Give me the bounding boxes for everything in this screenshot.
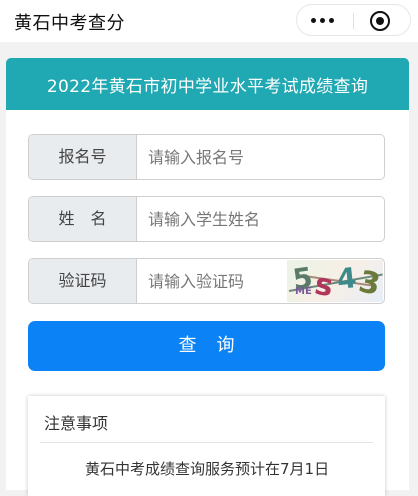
- nav-title: 黄石中考查分: [14, 13, 125, 34]
- registration-number-label: 报名号: [29, 135, 137, 179]
- notice-panel: 注意事项 黄石中考成绩查询服务预计在7月1日: [28, 396, 385, 496]
- notice-text: 黄石中考成绩查询服务预计在7月1日: [85, 460, 330, 478]
- close-circle-icon[interactable]: [370, 11, 390, 31]
- captcha-image[interactable]: 5 s 4 3 ME: [287, 260, 383, 302]
- mini-program-navbar: 黄石中考查分: [0, 0, 418, 42]
- query-form-card: 报名号 姓 名 验证码 5 s 4 3 ME 查询 注意事项 黄石中考成绩查询服…: [6, 110, 409, 496]
- notice-title: 注意事项: [44, 414, 109, 433]
- notice-divider: [40, 442, 373, 443]
- captcha-field: 验证码 5 s 4 3 ME: [28, 258, 385, 304]
- captcha-label: 验证码: [29, 259, 137, 303]
- page-banner: 2022年黄石市初中学业水平考试成绩查询: [6, 58, 409, 110]
- captcha-input[interactable]: [137, 259, 285, 303]
- student-name-input[interactable]: [137, 197, 384, 241]
- more-dots-icon[interactable]: [311, 18, 339, 24]
- query-button[interactable]: 查询: [28, 321, 385, 371]
- registration-number-input[interactable]: [137, 135, 384, 179]
- capsule-menu: [296, 4, 411, 36]
- student-name-label: 姓 名: [29, 197, 137, 241]
- page-title: 2022年黄石市初中学业水平考试成绩查询: [46, 76, 369, 97]
- capsule-divider: [353, 13, 354, 29]
- student-name-field: 姓 名: [28, 196, 385, 242]
- registration-number-field: 报名号: [28, 134, 385, 180]
